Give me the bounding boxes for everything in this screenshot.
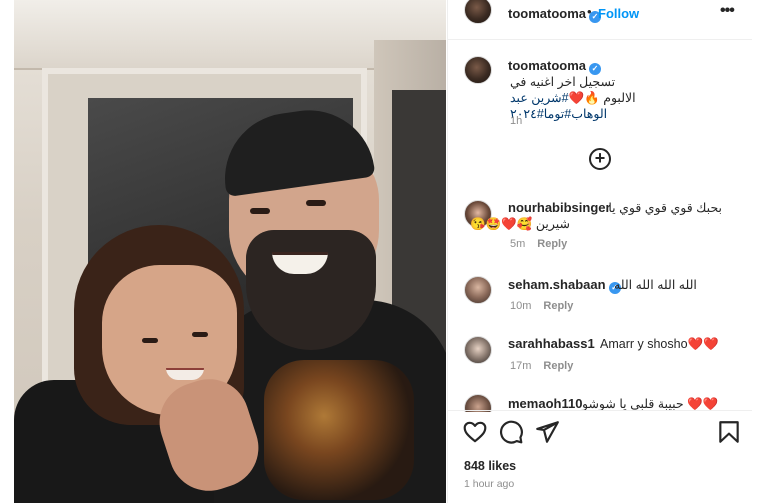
comment-meta: 17m Reply — [510, 360, 573, 372]
woman-eye-right — [192, 332, 208, 337]
header-separator: • — [587, 4, 592, 19]
heart-icon[interactable] — [462, 419, 488, 445]
commenter-avatar[interactable] — [464, 276, 492, 304]
left-gutter — [0, 0, 14, 503]
caption-text: تسجيل اخر اغنيه في الالبوم 🔥❤️#شرين عبد … — [510, 74, 706, 122]
woman-eye-left — [142, 338, 158, 343]
follow-button[interactable]: Follow — [598, 6, 639, 21]
woman-smile — [166, 368, 204, 380]
comment-line-1: الله الله الله الله — [614, 278, 697, 292]
caption-line-2-text: الالبوم — [603, 91, 636, 105]
caption-username[interactable]: toomatooma ✓ — [508, 58, 601, 75]
commenter-username-text: seham.shabaan — [508, 277, 606, 292]
comment-icon[interactable] — [498, 419, 524, 445]
commenter-username[interactable]: sarahhabass1 — [508, 336, 595, 351]
comment-time: 17m — [510, 360, 532, 372]
right-gutter — [752, 0, 763, 503]
caption-avatar[interactable] — [464, 56, 492, 84]
caption-emoji: 🔥❤️ — [568, 91, 600, 105]
more-options-icon[interactable]: ••• — [720, 2, 735, 20]
comment-time: 10m — [510, 300, 532, 312]
reply-button[interactable]: Reply — [543, 300, 573, 312]
comment-meta: 5m Reply — [510, 238, 567, 250]
comment-line-1: بحبك قوي قوي قوي يا — [608, 201, 722, 215]
commenter-username[interactable]: seham.shabaan ✓ — [508, 277, 621, 294]
man-shirt-print — [264, 360, 414, 500]
caption-line-1: تسجيل اخر اغنيه في — [510, 75, 616, 89]
author-username-text: toomatooma — [508, 6, 586, 21]
commenter-avatar[interactable] — [464, 336, 492, 364]
author-avatar[interactable] — [464, 0, 492, 24]
comment-time: 5m — [510, 238, 526, 250]
caption-line-2: الالبوم 🔥❤️#شرين عبد — [510, 90, 706, 106]
post-photo[interactable] — [14, 0, 446, 503]
likes-count[interactable]: 848 likes — [464, 459, 516, 473]
comments-list[interactable]: nourhabibsinger بحبك قوي قوي قوي يا شيري… — [448, 190, 753, 412]
post-panel: toomatooma ✓ • Follow ••• toomatooma ✓ تسج… — [447, 0, 753, 503]
caption-time: 1h — [510, 115, 523, 127]
man-eye-left — [250, 208, 270, 214]
reply-button[interactable]: Reply — [537, 238, 567, 250]
caption-line-3[interactable]: الوهاب#توما#٢٠٢٤ — [510, 106, 706, 122]
commenter-username[interactable]: memaoh110 — [508, 396, 582, 411]
comment-line-2: شيرين 🥰❤️🤩😘 — [470, 217, 570, 231]
man-eye-right — [306, 200, 326, 206]
post-timestamp: 1 hour ago — [464, 478, 515, 490]
caption-hashtag-1[interactable]: #شرين عبد — [510, 91, 569, 105]
reply-button[interactable]: Reply — [543, 360, 573, 372]
post-header: toomatooma ✓ • Follow ••• — [448, 0, 753, 40]
bookmark-icon[interactable] — [716, 419, 742, 445]
caption-username-text: toomatooma — [508, 58, 586, 73]
comment-line-1: Amarr y shosho❤️❤️ — [600, 337, 719, 351]
comment-meta: 10m Reply — [510, 300, 573, 312]
send-icon[interactable] — [534, 419, 560, 445]
post-actions: 848 likes 1 hour ago — [448, 410, 753, 503]
plus-circle-icon[interactable]: + — [589, 148, 611, 170]
